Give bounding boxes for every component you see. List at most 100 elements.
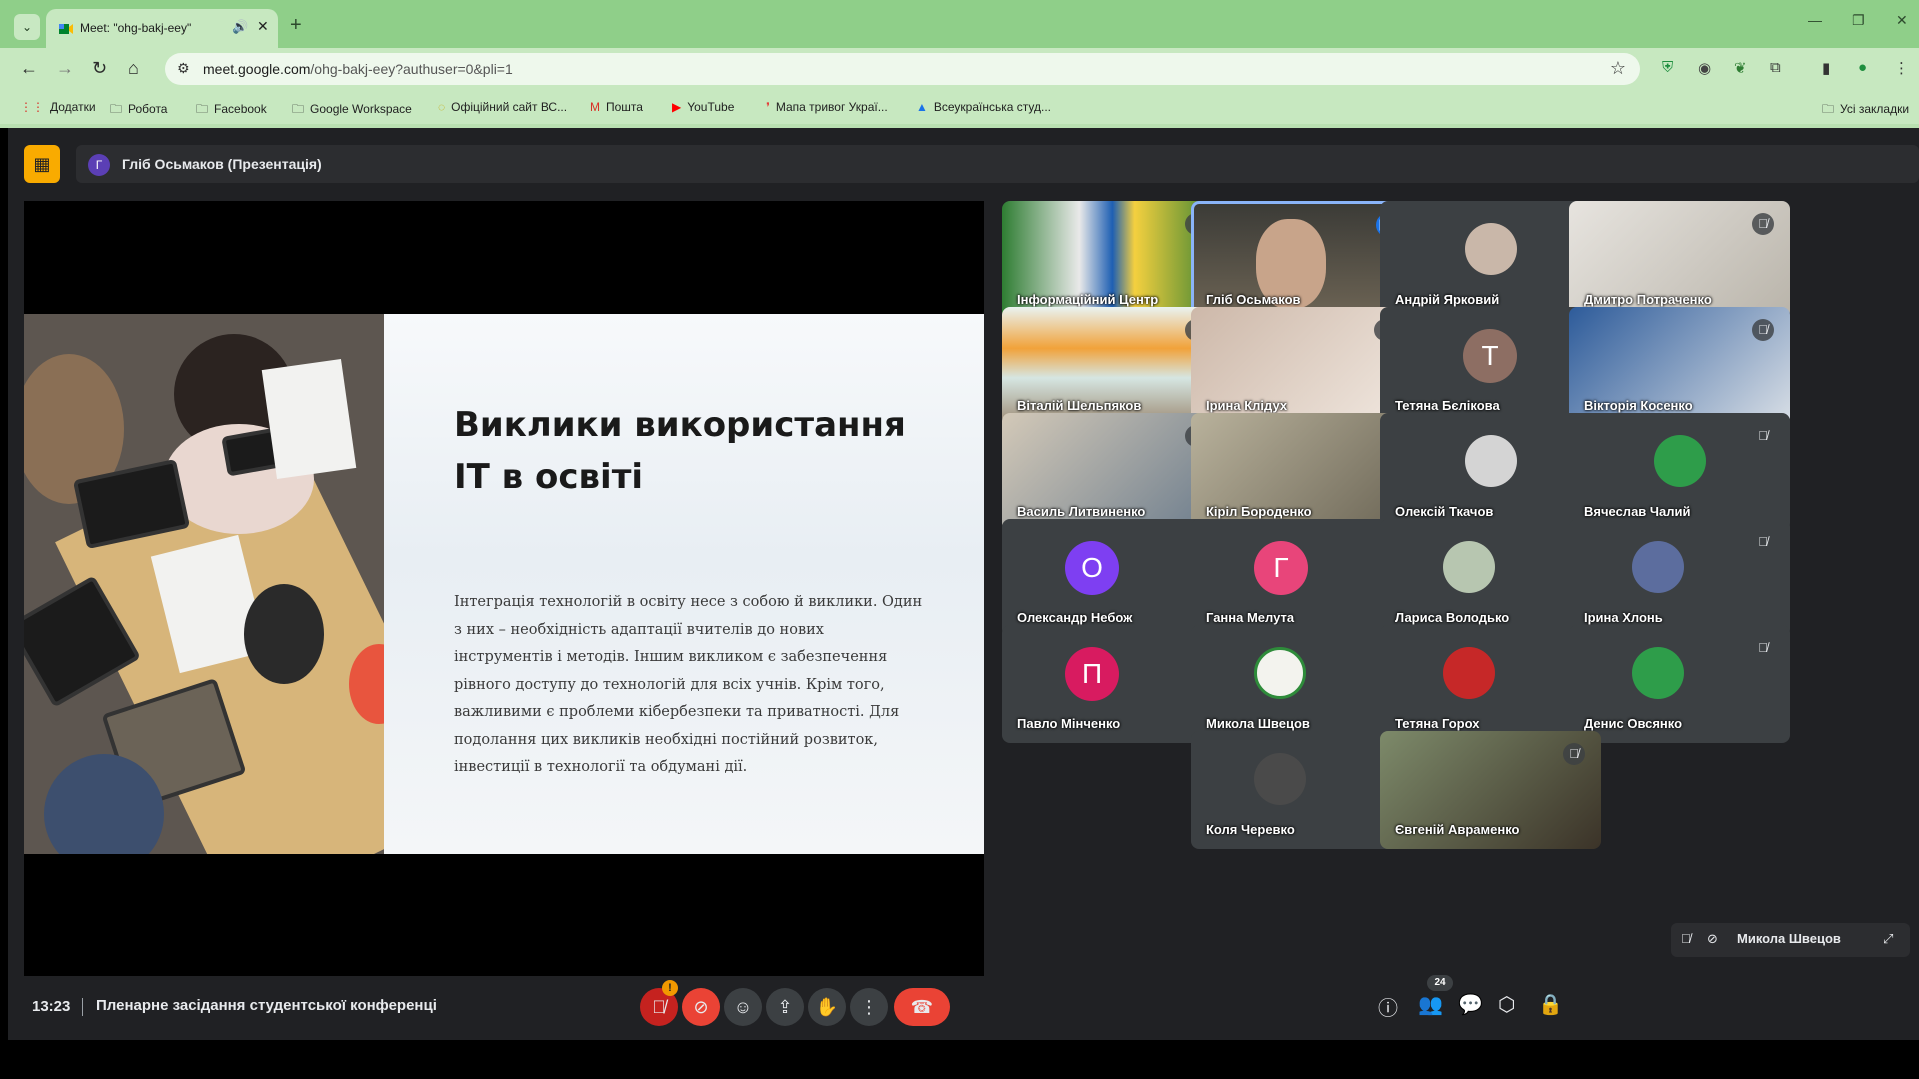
profile-icon[interactable]: ● — [1858, 59, 1867, 76]
participant-tile[interactable]: 🎙̸ Вікторія Косенко — [1569, 307, 1790, 425]
restore-icon[interactable]: ❐ — [1852, 12, 1865, 29]
minimize-icon[interactable]: — — [1808, 12, 1822, 28]
participant-tile[interactable]: Г 🎙̸ Ганна Мелута — [1191, 519, 1412, 637]
bookmark-work[interactable]: 🗀 Робота — [110, 100, 167, 121]
participant-tile[interactable]: 🎙̸ Лариса Володько — [1380, 519, 1601, 637]
presentation-stage[interactable]: Виклики використання ІТ в освіті Інтегра… — [24, 201, 984, 976]
photo-paper — [261, 358, 357, 480]
participant-tile[interactable]: 🎙̸ Інформаційний Центр — [1002, 201, 1223, 319]
self-view-tile[interactable]: 🎙̸ ⊘ Микола Швецов ⤢ — [1671, 923, 1910, 957]
home-icon[interactable]: ⌂ — [128, 58, 139, 79]
participant-tile[interactable]: 🎙̸ Ірина Хлонь — [1569, 519, 1790, 637]
participant-tile[interactable]: 🎙̸ Тетяна Горох — [1380, 625, 1601, 743]
folder-icon: 🗀 — [196, 102, 209, 116]
participant-tile[interactable]: ❙❙❙ Гліб Осьмаков — [1191, 201, 1412, 319]
participant-tile[interactable]: 🎙̸ Віталій Шельпяков — [1002, 307, 1223, 425]
participant-avatar-letter: Г — [1254, 541, 1308, 595]
site-info-icon[interactable]: ⚙ — [177, 60, 190, 77]
camera-toggle-button[interactable]: ⊘ — [682, 988, 720, 1026]
bookmark-workspace[interactable]: 🗀 Google Workspace — [292, 100, 412, 121]
site-icon: ◌ — [438, 100, 446, 114]
drive-icon: ▲ — [916, 100, 928, 114]
participant-tile[interactable]: 🎙̸ Коля Черевко — [1191, 731, 1412, 849]
reactions-button[interactable]: ☺ — [724, 988, 762, 1026]
participant-avatar-letter: Т — [1463, 329, 1517, 383]
all-bookmarks[interactable]: 🗀 Усі закладки — [1822, 100, 1909, 121]
mic-alert-badge: ! — [662, 980, 678, 996]
end-call-button[interactable]: ☎ — [894, 988, 950, 1026]
participant-tile[interactable]: 🎙̸ Дмитро Потраченко — [1569, 201, 1790, 319]
participant-avatar — [1465, 223, 1517, 275]
participant-name: Лариса Володько — [1395, 610, 1510, 625]
participant-name: Павло Мінченко — [1017, 716, 1121, 731]
more-menu-icon[interactable]: ⋮ — [1894, 59, 1909, 77]
bookmark-star-icon[interactable]: ☆ — [1610, 58, 1626, 79]
host-controls-icon[interactable]: 🔒 — [1538, 992, 1563, 1017]
presentation-icon[interactable]: ▦ — [24, 145, 60, 183]
expand-icon[interactable]: ⤢ — [1883, 931, 1893, 947]
speaker-icon[interactable]: 🔊 — [232, 19, 248, 35]
tab-search-icon[interactable]: ⌄ — [14, 14, 40, 40]
bookmark-alert-map[interactable]: ❜ Мапа тривог Украї... — [766, 100, 888, 114]
more-options-button[interactable]: ⋮ — [850, 988, 888, 1026]
chat-icon[interactable]: 💬 — [1458, 992, 1483, 1017]
bookmark-student-conf[interactable]: ▲ Всеукраїнська студ... — [916, 100, 1051, 114]
participant-avatar — [1465, 435, 1517, 487]
new-tab-icon[interactable]: + — [290, 14, 302, 37]
participant-tile[interactable]: 🎙̸ Денис Овсянко — [1569, 625, 1790, 743]
extension-icon[interactable]: ◉ — [1698, 59, 1711, 77]
participant-tile[interactable]: 🎙̸ Кіріл Бороденко — [1191, 413, 1412, 531]
close-tab-icon[interactable]: ✕ — [257, 18, 269, 35]
participant-count-badge: 24 — [1427, 975, 1453, 991]
browser-toolbar: ← → ↻ ⌂ ⚙ meet.google.com/ohg-bakj-eey?a… — [0, 48, 1919, 92]
leaf-extension-icon[interactable]: ❦ — [1734, 59, 1747, 77]
bookmark-official-site[interactable]: ◌ Офіційний сайт ВС... — [438, 100, 567, 114]
raise-hand-button[interactable]: ✋ — [808, 988, 846, 1026]
gmail-icon: M — [590, 100, 600, 114]
participant-tile[interactable]: П 🎙̸ Павло Мінченко — [1002, 625, 1223, 743]
participant-tile[interactable]: 🎙̸ Олексій Ткачов — [1380, 413, 1601, 531]
participant-tile[interactable]: 🎙̸ Василь Литвиненко — [1002, 413, 1223, 531]
participant-tile[interactable]: 🎙̸ Микола Швецов — [1191, 625, 1412, 743]
people-icon[interactable]: 👥 — [1418, 992, 1443, 1017]
participant-tile[interactable]: 🎙̸ Андрій Ярковий — [1380, 201, 1601, 319]
participant-name: Олексій Ткачов — [1395, 504, 1494, 519]
bookmark-mail[interactable]: M Пошта — [590, 100, 643, 114]
tab-title: Meet: "ohg-bakj-eey" — [80, 21, 192, 35]
shield-extension-icon[interactable]: ⛨ — [1662, 59, 1673, 76]
meet-favicon-icon — [59, 24, 73, 34]
side-panel-icon[interactable]: ▮ — [1822, 59, 1830, 77]
participant-tile[interactable]: О 🎙̸ Олександр Небож — [1002, 519, 1223, 637]
tab-meet[interactable]: Meet: "ohg-bakj-eey" 🔊 ✕ — [46, 9, 278, 48]
participant-name: Ірина Хлонь — [1584, 610, 1663, 625]
bookmark-facebook[interactable]: 🗀 Facebook — [196, 100, 267, 121]
participant-tile[interactable]: Т 🎙̸ Тетяна Бєлікова — [1380, 307, 1601, 425]
participant-name: Віталій Шельпяков — [1017, 398, 1142, 413]
participant-name: Дмитро Потраченко — [1584, 292, 1712, 307]
activities-icon[interactable]: ⬡ — [1498, 992, 1515, 1017]
participant-tile[interactable]: 🎙̸ Вячеслав Чалий — [1569, 413, 1790, 531]
participant-tile[interactable]: 🎙̸ Ірина Клідух — [1191, 307, 1412, 425]
bookmark-youtube[interactable]: ▶ YouTube — [672, 100, 734, 114]
slide-body: Інтеграція технологій в освіту несе з со… — [454, 594, 923, 775]
meeting-info-icon[interactable]: ⓘ — [1378, 992, 1398, 1021]
participant-avatar-letter: П — [1065, 647, 1119, 701]
participant-name: Вячеслав Чалий — [1584, 504, 1691, 519]
close-window-icon[interactable]: ✕ — [1896, 12, 1908, 29]
participant-tile[interactable]: 🎙̸ Євгеній Авраменко — [1380, 731, 1601, 849]
participant-name: Кіріл Бороденко — [1206, 504, 1312, 519]
participant-name: Василь Литвиненко — [1017, 504, 1146, 519]
present-button[interactable]: ⇪ — [766, 988, 804, 1026]
participant-name: Ганна Мелута — [1206, 610, 1295, 625]
extensions-puzzle-icon[interactable]: ⧉ — [1770, 59, 1781, 76]
bookmark-apps[interactable]: ⋮⋮ Додатки — [20, 100, 96, 114]
address-bar[interactable]: ⚙ meet.google.com/ohg-bakj-eey?authuser=… — [165, 53, 1640, 85]
divider — [82, 998, 83, 1016]
url-text: meet.google.com/ohg-bakj-eey?authuser=0&… — [203, 61, 513, 77]
reload-icon[interactable]: ↻ — [92, 58, 107, 79]
presentation-label: Г Гліб Осьмаков (Презентація) — [76, 145, 1919, 183]
folder-icon: 🗀 — [292, 102, 305, 116]
back-icon[interactable]: ← — [20, 58, 38, 79]
forward-icon[interactable]: → — [56, 58, 74, 79]
participant-name: Ірина Клідух — [1206, 398, 1288, 413]
